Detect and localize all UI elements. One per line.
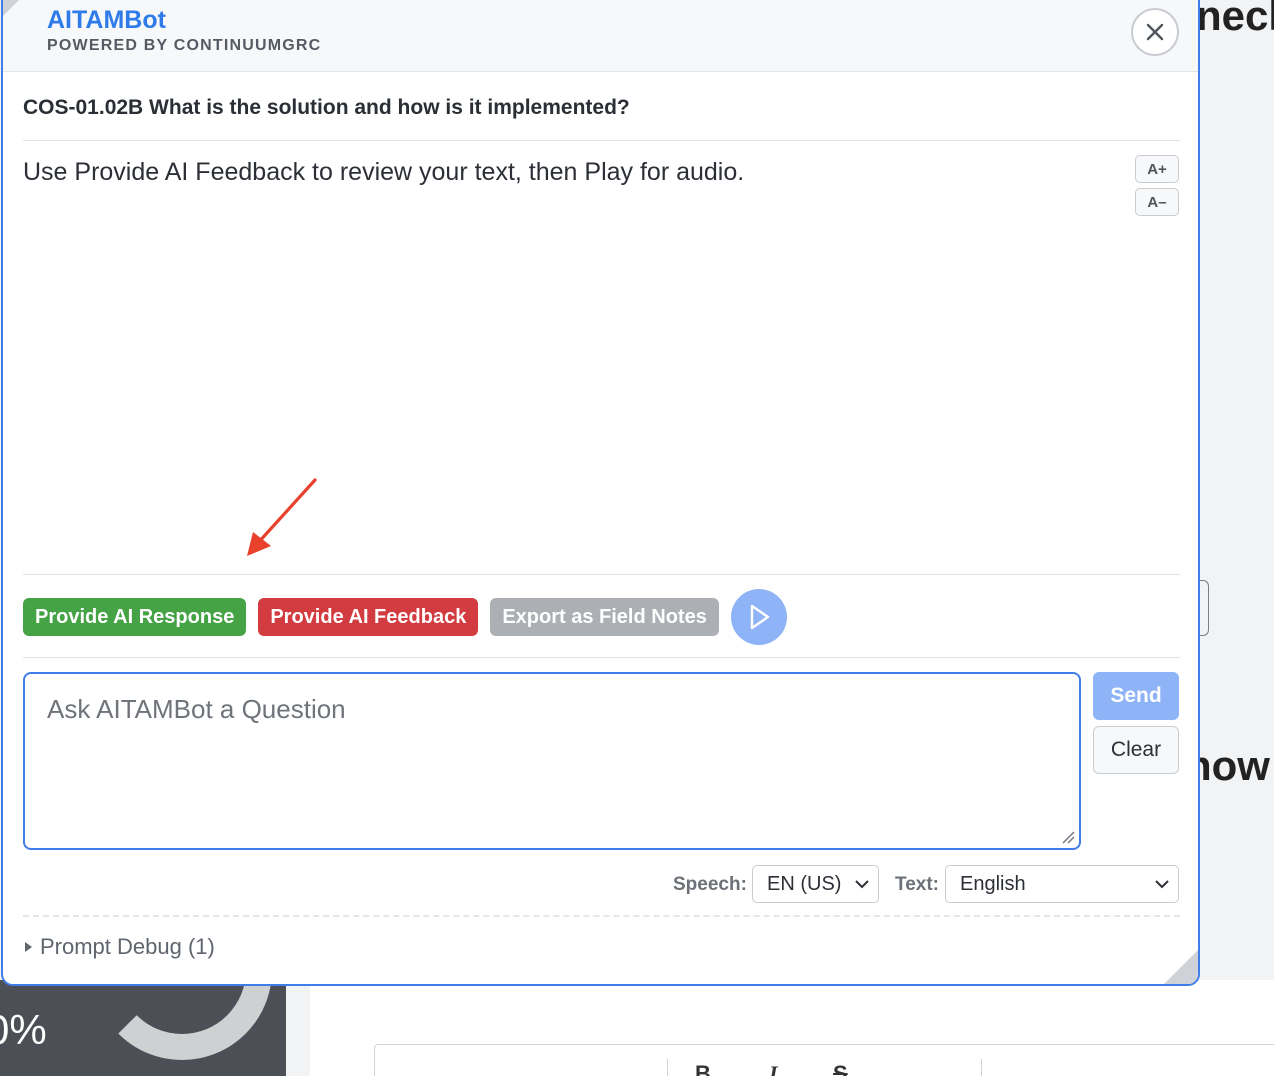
divider [23, 657, 1180, 658]
close-icon [1146, 23, 1164, 41]
prompt-debug-label: Prompt Debug (1) [40, 934, 215, 959]
question-input-wrapper [23, 672, 1081, 850]
chevron-down-icon [855, 880, 869, 889]
text-language-select[interactable]: English [945, 865, 1179, 903]
background-heading-top: neck [1196, 0, 1274, 39]
resize-corner-icon[interactable] [1164, 950, 1198, 984]
prompt-debug-toggle[interactable]: Prompt Debug (1) [25, 934, 215, 960]
dashed-divider [23, 915, 1180, 917]
annotation-arrow-icon [247, 478, 317, 556]
provide-ai-feedback-button[interactable]: Provide AI Feedback [258, 598, 479, 636]
clear-button[interactable]: Clear [1093, 726, 1179, 774]
divider [23, 140, 1180, 141]
send-button[interactable]: Send [1093, 672, 1179, 720]
speech-select[interactable]: EN (US) [752, 865, 879, 903]
strikethrough-icon[interactable]: S [833, 1061, 848, 1076]
caret-right-icon [25, 942, 32, 952]
export-field-notes-button[interactable]: Export as Field Notes [490, 598, 719, 636]
brand-subtitle: POWERED BY CONTINUUMGRC [47, 37, 322, 54]
text-label: Text: [895, 874, 939, 895]
chatbot-panel: AITAMBot POWERED BY CONTINUUMGRC COS-01.… [1, 0, 1200, 986]
resize-handle-icon[interactable] [1061, 830, 1075, 844]
speech-select-value: EN (US) [767, 872, 842, 895]
chevron-down-icon [1155, 880, 1169, 889]
toolbar-separator [981, 1059, 982, 1076]
brand-title: AITAMBot [47, 6, 166, 34]
chatbot-header[interactable]: AITAMBot POWERED BY CONTINUUMGRC [3, 0, 1198, 72]
drag-corner-icon [3, 0, 23, 16]
provide-ai-response-button[interactable]: Provide AI Response [23, 598, 247, 636]
divider [23, 574, 1180, 575]
play-button[interactable] [730, 589, 787, 645]
font-decrease-button[interactable]: A– [1135, 188, 1179, 216]
background-editor-toolbar: B I S [374, 1044, 1274, 1076]
italic-icon[interactable]: I [769, 1061, 778, 1076]
toolbar-separator [667, 1059, 668, 1076]
question-title: COS-01.02B What is the solution and how … [23, 96, 630, 119]
response-text: Use Provide AI Feedback to review your t… [23, 158, 745, 186]
action-buttons: Provide AI Response Provide AI Feedback … [23, 589, 787, 645]
bold-icon[interactable]: B [695, 1061, 711, 1076]
font-increase-button[interactable]: A+ [1135, 155, 1179, 183]
speech-label: Speech: [673, 874, 747, 895]
play-icon [750, 604, 770, 630]
text-select-value: English [960, 872, 1026, 895]
question-input[interactable] [25, 674, 1079, 848]
background-progress-text: 0% [0, 1006, 47, 1053]
close-button[interactable] [1131, 8, 1179, 56]
